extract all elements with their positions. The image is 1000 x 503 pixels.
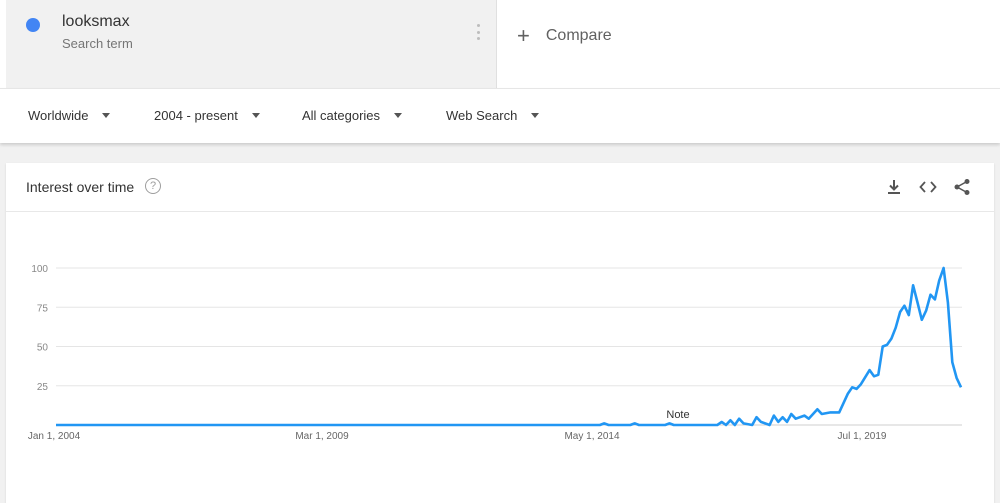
chart-grid (56, 267, 962, 426)
y-axis-ticks: 100 75 50 25 (31, 264, 48, 393)
compare-label: Compare (545, 27, 612, 44)
help-icon[interactable]: ? (145, 178, 161, 194)
x-tick-label: May 1, 2014 (564, 431, 619, 442)
filter-category[interactable]: All categories (302, 108, 403, 123)
y-tick-label: 75 (37, 303, 49, 314)
filter-search-type-label: Web Search (446, 108, 518, 123)
search-terms-bar: looksmax Search term + Compare (0, 0, 1000, 88)
more-vert-icon[interactable] (472, 22, 484, 42)
chart-annotation-note[interactable]: Note (666, 409, 689, 421)
search-term-card[interactable]: looksmax Search term (6, 0, 497, 88)
y-tick-label: 100 (31, 264, 48, 275)
filter-search-type[interactable]: Web Search (446, 108, 540, 123)
search-term-name[interactable]: looksmax (62, 13, 130, 31)
caret-down-icon (394, 113, 403, 118)
filter-category-label: All categories (302, 108, 381, 123)
card-title: Interest over time (26, 179, 135, 195)
x-tick-label: Jul 1, 2019 (838, 431, 887, 442)
y-tick-label: 50 (37, 343, 49, 354)
filter-time-range-label: 2004 - present (154, 108, 238, 123)
y-tick-label: 25 (37, 382, 49, 393)
caret-down-icon (531, 113, 540, 118)
interest-chart: 100 75 50 25 Jan 1, 2004 Mar 1, 2009 May 1, 2… (28, 264, 963, 442)
series-color-dot (26, 18, 40, 32)
interest-over-time-card: Interest over time ? 100 75 50 25 Jan 1, 20… (6, 163, 994, 503)
x-tick-label: Mar 1, 2009 (295, 431, 349, 442)
share-icon[interactable] (952, 177, 972, 197)
plus-icon: + (517, 23, 530, 48)
caret-down-icon (251, 113, 260, 118)
download-icon[interactable] (884, 177, 904, 197)
embed-icon[interactable] (918, 177, 938, 197)
compare-button[interactable]: + Compare (517, 24, 612, 48)
filter-region[interactable]: Worldwide (28, 108, 111, 123)
caret-down-icon (102, 113, 111, 118)
x-tick-label: Jan 1, 2004 (28, 431, 81, 442)
card-header: Interest over time ? (6, 163, 994, 212)
filters-bar: Worldwide 2004 - present All categories … (0, 88, 1000, 143)
search-term-subtitle: Search term (62, 36, 133, 51)
filter-region-label: Worldwide (28, 108, 89, 123)
filter-time-range[interactable]: 2004 - present (154, 108, 260, 123)
x-axis-ticks: Jan 1, 2004 Mar 1, 2009 May 1, 2014 Jul 1, … (28, 431, 887, 442)
